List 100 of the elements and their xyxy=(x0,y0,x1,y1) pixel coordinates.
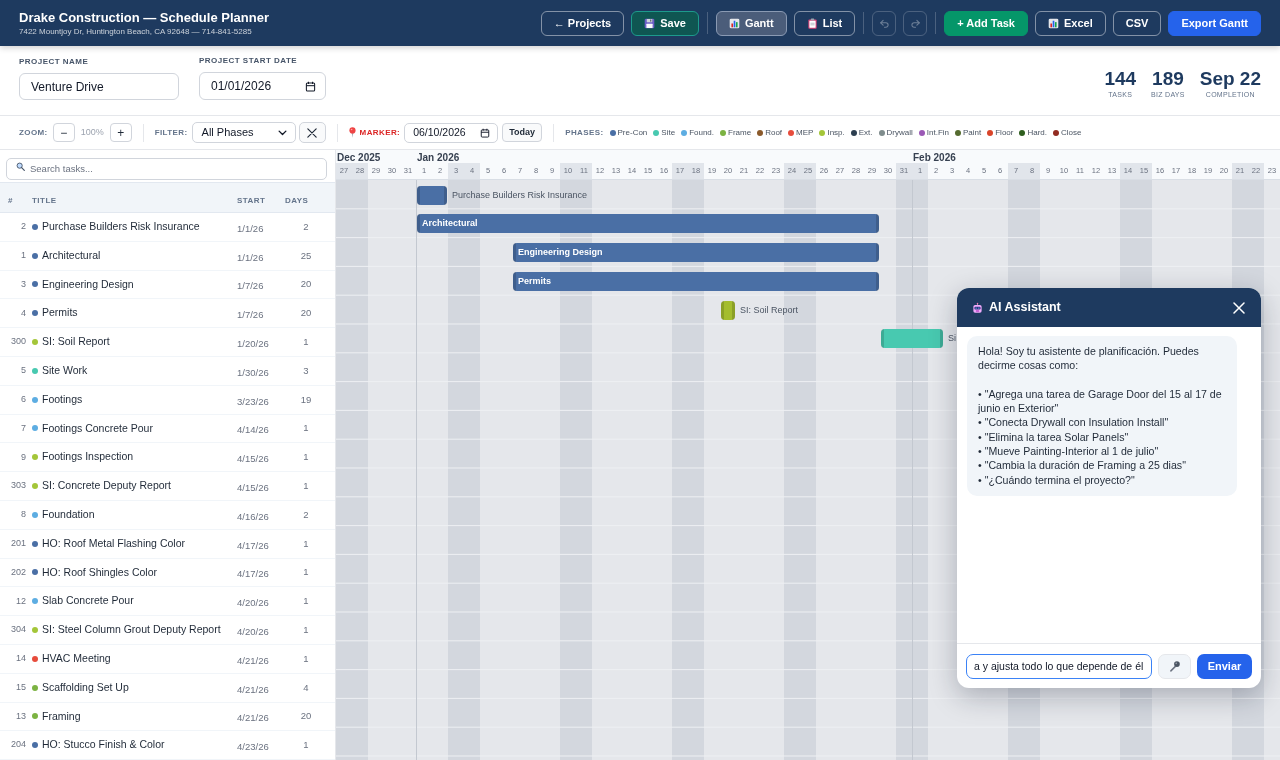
phase-label: Floor xyxy=(995,126,1014,139)
field-label: PROJECT NAME xyxy=(19,56,89,68)
marker-date-field[interactable]: 06/10/2026 xyxy=(404,122,499,143)
task-title[interactable]: Site Work xyxy=(42,363,88,379)
task-number: 4 xyxy=(21,306,26,320)
start-date: 1/30/26 xyxy=(237,366,269,378)
gantt-bar[interactable] xyxy=(512,271,879,291)
resize-handle[interactable] xyxy=(731,300,735,320)
task-title[interactable]: HVAC Meeting xyxy=(42,650,111,667)
bar-label: Si xyxy=(948,332,957,346)
task-title[interactable]: Footings Concrete Pour xyxy=(42,420,153,437)
stat-value: Sep 22 xyxy=(1199,69,1261,89)
zoom-level: 100% xyxy=(80,125,104,139)
zoom-out-button[interactable]: − xyxy=(52,123,75,142)
task-title[interactable]: HO: Stucco Finish & Color xyxy=(42,737,165,754)
today-button[interactable]: Today xyxy=(502,123,543,142)
phase-label: MEP xyxy=(796,126,814,139)
task-title[interactable]: Framing xyxy=(42,708,81,725)
microphone-button[interactable] xyxy=(1158,653,1191,679)
start-date: 4/15/26 xyxy=(237,482,269,494)
phase-label: Found. xyxy=(689,126,715,139)
resize-handle[interactable] xyxy=(721,300,724,320)
duration-days: 1 xyxy=(303,478,309,494)
task-title[interactable]: HO: Roof Metal Flashing Color xyxy=(42,535,185,552)
task-title[interactable]: SI: Concrete Deputy Report xyxy=(42,478,171,494)
task-number: 8 xyxy=(21,508,26,522)
field-label: PROJECT START DATE xyxy=(199,55,298,67)
task-title[interactable]: Scaffolding Set Up xyxy=(42,679,129,696)
start-date: 1/7/26 xyxy=(237,309,264,321)
column-header: DAYS xyxy=(285,195,309,205)
resize-handle[interactable] xyxy=(416,214,420,234)
task-title[interactable]: SI: Soil Report xyxy=(42,334,110,350)
company-address: 7422 Mountjoy Dr, Huntington Beach, CA 92648 — 714-841-5285 xyxy=(19,26,252,37)
clipboard-icon xyxy=(806,17,818,29)
resize-handle[interactable] xyxy=(876,243,879,263)
resize-handle[interactable] xyxy=(443,185,447,205)
duration-days: 1 xyxy=(303,565,309,580)
stat-value: 189 xyxy=(1152,69,1184,89)
filter-label: FILTER: xyxy=(154,126,188,139)
task-number: 303 xyxy=(10,479,26,493)
duration-days: 20 xyxy=(300,277,312,292)
task-number: 202 xyxy=(10,565,26,579)
phase-filter-select[interactable]: All Phases xyxy=(191,122,296,143)
task-title[interactable]: Footings xyxy=(42,391,83,408)
task-title[interactable]: Architectural xyxy=(42,247,101,264)
task-title[interactable]: Slab Concrete Pour xyxy=(42,593,134,610)
message-input[interactable]: a y ajusta todo lo que depende de él xyxy=(966,653,1152,679)
start-date-field[interactable]: 01/01/2026 xyxy=(199,72,326,100)
search-field[interactable]: Search tasks... xyxy=(6,157,327,180)
task-title[interactable]: SI: Steel Column Grout Deputy Report xyxy=(42,622,221,638)
gantt-bar[interactable] xyxy=(416,185,447,205)
task-title[interactable]: Purchase Builders Risk Insurance xyxy=(42,219,200,235)
microphone-icon xyxy=(1168,660,1181,672)
bar-label: SI: Soil Report xyxy=(739,303,798,317)
column-header: START xyxy=(237,195,266,205)
resize-handle[interactable] xyxy=(512,271,516,291)
resize-handle[interactable] xyxy=(512,243,516,263)
export-gantt-button[interactable]: Export Gantt xyxy=(1168,10,1261,36)
chat-message: Hola! Soy tu asistente de planificación. Puedes decirme cosas como: • "Agrega una tarea de Garage Door del 15 al 17 de junio en Exterior" • "Conecta Drywall con Insulation Install" • "Elimina la tarea Solar Panels" • "Mueve Painting-Interior al 1 de julio" • "Cambia la duración de Framing a 25 dias" • "¿Cuándo termina el proyecto?" xyxy=(967,336,1237,496)
gantt-view-tab[interactable]: Gantt xyxy=(715,10,787,36)
task-title[interactable]: Footings Inspection xyxy=(42,449,134,466)
send-button[interactable]: Enviar xyxy=(1197,653,1252,679)
resize-handle[interactable] xyxy=(416,185,420,205)
month-label: Feb 2026 xyxy=(912,151,956,163)
projects-button[interactable]: ← Projects xyxy=(540,10,625,36)
panel-title: AI Assistant xyxy=(989,299,1061,317)
task-number: 5 xyxy=(21,364,26,378)
start-date: 4/17/26 xyxy=(237,539,269,551)
resize-handle[interactable] xyxy=(876,214,879,234)
task-title[interactable]: Permits xyxy=(42,305,78,322)
task-title[interactable]: Foundation xyxy=(42,507,95,523)
csv-button[interactable]: CSV xyxy=(1112,10,1162,36)
duration-days: 1 xyxy=(303,334,309,350)
column-header: TITLE xyxy=(32,195,57,205)
task-title[interactable]: Engineering Design xyxy=(42,276,134,293)
task-number: 6 xyxy=(21,392,26,406)
start-date: 4/21/26 xyxy=(237,654,269,666)
excel-button[interactable]: Excel xyxy=(1035,10,1106,36)
list-view-tab[interactable]: List xyxy=(793,10,856,36)
task-number: 14 xyxy=(16,652,26,666)
start-date: 1/7/26 xyxy=(237,280,264,292)
task-title[interactable]: HO: Roof Shingles Color xyxy=(42,564,157,581)
phase-label: Roof xyxy=(765,126,783,139)
resize-handle[interactable] xyxy=(881,329,884,349)
project-name-field[interactable]: Venture Drive xyxy=(19,73,179,100)
zoom-in-button[interactable]: + xyxy=(109,123,132,142)
add-task-button[interactable]: + Add Task xyxy=(944,10,1028,36)
search-icon xyxy=(16,161,25,171)
gantt-bar[interactable] xyxy=(416,214,879,234)
resize-handle[interactable] xyxy=(876,271,879,291)
close-button[interactable] xyxy=(1232,300,1246,315)
save-button[interactable]: Save xyxy=(631,10,699,36)
gantt-bar[interactable] xyxy=(512,243,879,263)
bar-chart-icon xyxy=(1048,17,1059,29)
resize-handle[interactable] xyxy=(940,329,943,349)
clear-filter-button[interactable] xyxy=(298,122,326,143)
phases-label: PHASES: xyxy=(565,126,604,139)
phase-label: Paint xyxy=(963,126,982,139)
stat-value: 144 xyxy=(1104,69,1137,89)
duration-days: 1 xyxy=(303,622,309,638)
